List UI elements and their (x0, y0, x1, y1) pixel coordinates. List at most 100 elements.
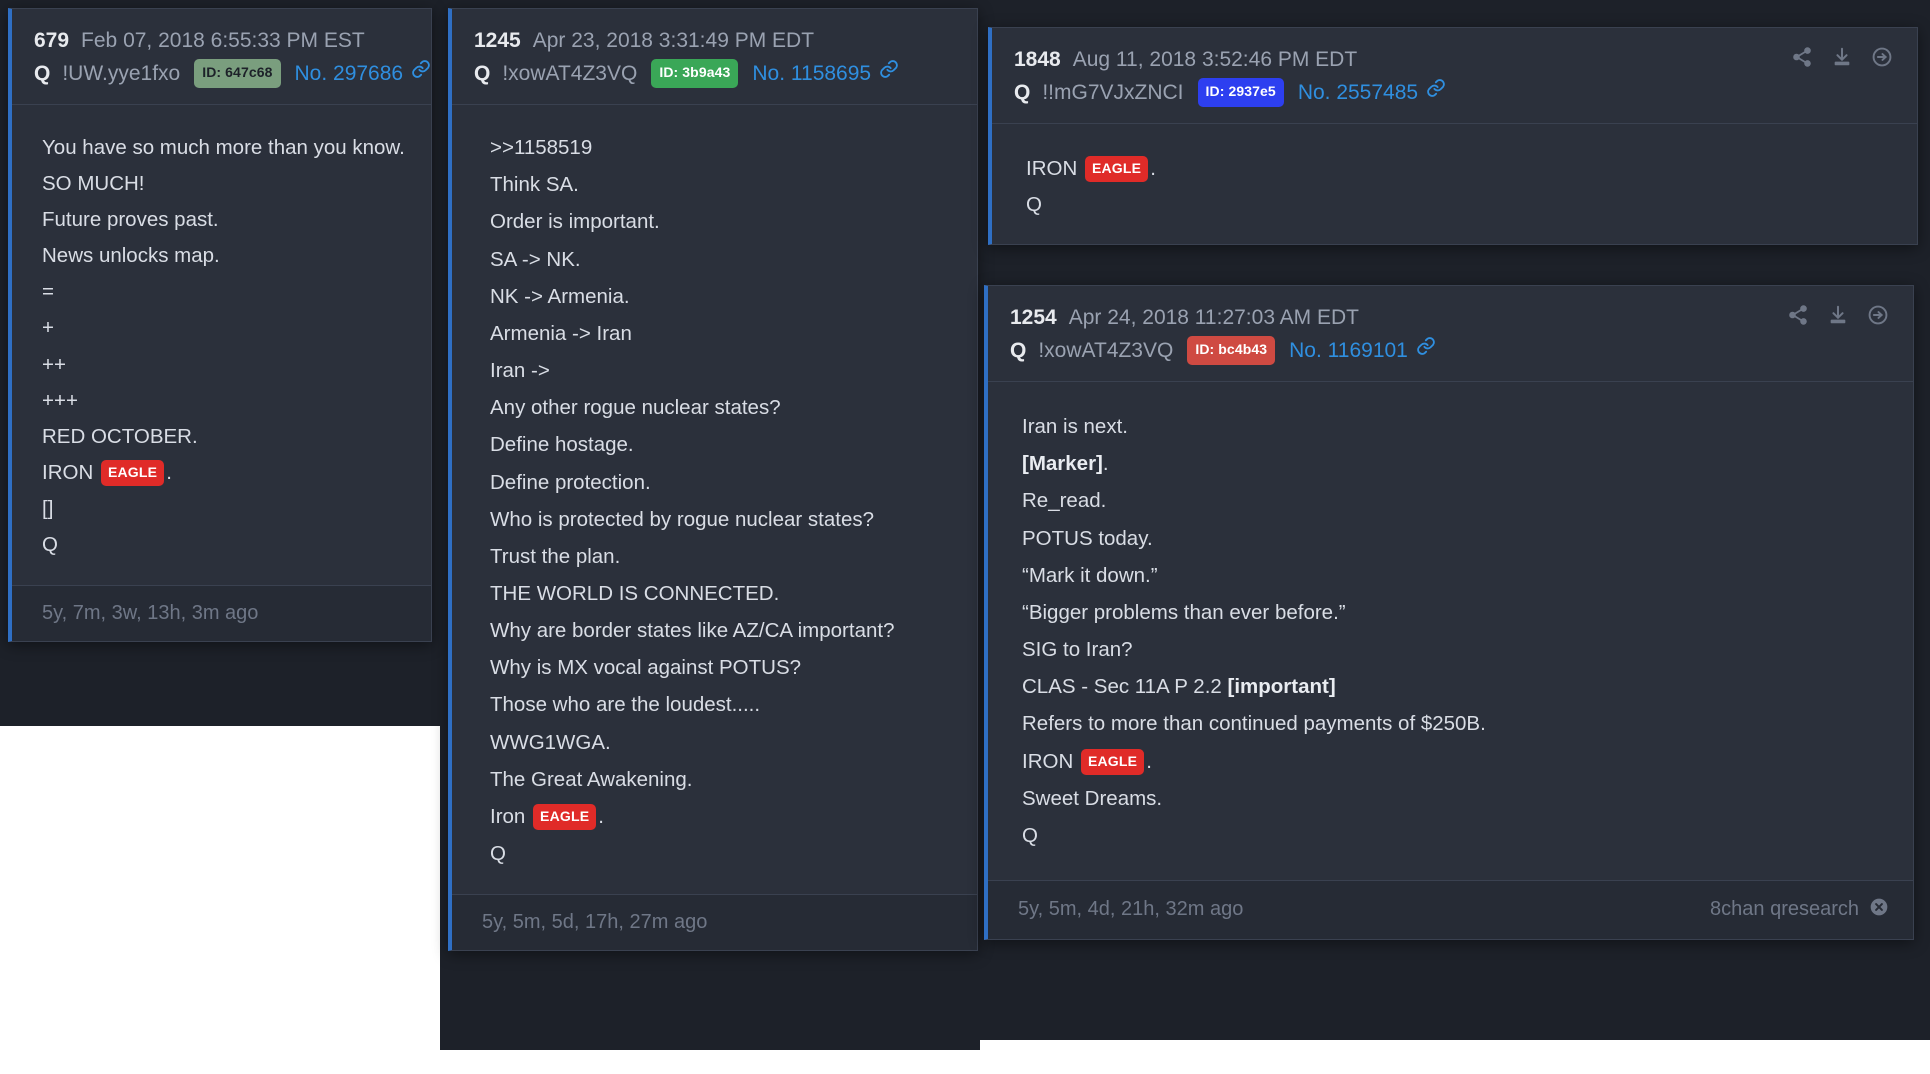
q-label: Q (1014, 80, 1031, 104)
q-label: Q (474, 61, 491, 85)
post-body: >>1158519 Think SA. Order is important. … (452, 105, 977, 895)
relative-time: 5y, 5m, 4d, 21h, 32m ago (1018, 898, 1244, 921)
chain-icon[interactable] (1426, 78, 1446, 107)
post-line: [] (42, 497, 54, 521)
post-line: Why is MX vocal against POTUS? (490, 656, 802, 680)
share-icon[interactable] (1787, 304, 1809, 326)
q-label: Q (1010, 338, 1027, 362)
post-number-link[interactable]: No. 297686 (295, 58, 404, 91)
post-line: Q (490, 842, 506, 866)
arrow-right-circle-icon[interactable] (1867, 304, 1889, 326)
post-line: SA -> NK. (490, 247, 581, 271)
post-line: ++ (42, 352, 66, 376)
post-line: POTUS today. (1022, 526, 1153, 550)
download-icon[interactable] (1827, 304, 1849, 326)
post-line: Refers to more than continued payments o… (1022, 712, 1486, 736)
chain-icon[interactable] (879, 59, 899, 88)
close-circle-icon[interactable] (1869, 897, 1889, 923)
post-number: 679 (34, 29, 70, 52)
eagle-badge: EAGLE (1084, 155, 1149, 182)
eagle-badge: EAGLE (1080, 748, 1145, 775)
post-line: Why are border states like AZ/CA importa… (490, 619, 895, 643)
post-line: SIG to Iran? (1022, 638, 1133, 662)
post-line: Define hostage. (490, 433, 634, 457)
post-line: The Great Awakening. (490, 767, 693, 791)
post-line: Q (42, 533, 58, 557)
post-footer: 5y, 5m, 4d, 21h, 32m ago 8chan qresearch (988, 879, 1913, 939)
id-badge: ID: 3b9a43 (651, 59, 739, 89)
tripcode: !xowAT4Z3VQ (1038, 338, 1174, 362)
share-icon[interactable] (1791, 46, 1813, 68)
post-line: RED OCTOBER. (42, 424, 198, 448)
tripcode: !!mG7VJxZNCI (1042, 80, 1184, 104)
eagle-badge: EAGLE (533, 803, 597, 831)
post-header: 679 Feb 07, 2018 6:55:33 PM EST Q !UW.yy… (12, 9, 431, 105)
post-line-eagle: IRON EAGLE. (42, 455, 407, 491)
post-date: Apr 24, 2018 11:27:03 AM EDT (1068, 306, 1360, 329)
post-line: Armenia -> Iran (490, 321, 632, 345)
post-line: WWG1WGA. (490, 730, 611, 754)
post-line: Sweet Dreams. (1022, 786, 1163, 810)
post-meta-row-2: Q !xowAT4Z3VQ ID: 3b9a43 No. 1158695 (474, 58, 955, 91)
post-line: >>1158519 (490, 136, 593, 160)
post-number-link[interactable]: No. 2557485 (1298, 77, 1418, 110)
post-body: IRON EAGLE. Q (992, 124, 1917, 245)
post-footer: 5y, 7m, 3w, 13h, 3m ago (12, 584, 431, 641)
post-line: “Bigger problems than ever before.” (1022, 600, 1346, 624)
post-line: Q (1022, 823, 1038, 847)
post-line: Any other rogue nuclear states? (490, 396, 781, 420)
post-footer: 5y, 5m, 5d, 17h, 27m ago (452, 894, 977, 951)
post-card-1245[interactable]: 1245 Apr 23, 2018 3:31:49 PM EDT Q !xowA… (448, 8, 978, 952)
post-line: + (42, 316, 54, 340)
source-label: 8chan qresearch (1710, 897, 1889, 923)
post-card-1848[interactable]: 1848 Aug 11, 2018 3:52:46 PM EDT Q !!mG7… (988, 27, 1918, 246)
post-line: Future proves past. (42, 207, 219, 231)
post-date: Feb 07, 2018 6:55:33 PM EST (81, 29, 365, 52)
post-line: Iran -> (490, 359, 550, 383)
post-line: Trust the plan. (490, 544, 621, 568)
post-number-link[interactable]: No. 1158695 (752, 58, 871, 91)
id-badge: ID: 647c68 (194, 59, 281, 89)
post-header: 1245 Apr 23, 2018 3:31:49 PM EDT Q !xowA… (452, 9, 977, 105)
post-number: 1245 (474, 29, 521, 52)
chain-icon[interactable] (411, 59, 431, 88)
arrow-right-circle-icon[interactable] (1871, 46, 1893, 68)
post-line: Define protection. (490, 470, 651, 494)
post-meta-row-2: Q !xowAT4Z3VQ ID: bc4b43 No. 1169101 (1010, 335, 1891, 368)
post-line: Q (1026, 192, 1042, 216)
post-line-eagle: IRON EAGLE. (1022, 743, 1889, 780)
chain-icon[interactable] (1416, 336, 1436, 365)
download-icon[interactable] (1831, 46, 1853, 68)
post-line: CLAS - Sec 11A P 2.2 [important] (1022, 675, 1336, 699)
post-line-eagle: Iron EAGLE. (490, 798, 953, 835)
post-line: Who is protected by rogue nuclear states… (490, 507, 875, 531)
post-meta-row-2: Q !UW.yye1fxo ID: 647c68 No. 297686 (34, 58, 430, 91)
post-line: THE WORLD IS CONNECTED. (490, 581, 780, 605)
post-meta-row-1: 1254 Apr 24, 2018 11:27:03 AM EDT (1010, 302, 1891, 335)
relative-time: 5y, 7m, 3w, 13h, 3m ago (42, 601, 259, 624)
post-number-link[interactable]: No. 1169101 (1289, 335, 1408, 368)
post-body: Iran is next. [Marker]. Re_read. POTUS t… (988, 382, 1913, 880)
post-header: 1254 Apr 24, 2018 11:27:03 AM EDT Q !xow… (988, 286, 1913, 382)
post-card-1254[interactable]: 1254 Apr 24, 2018 11:27:03 AM EDT Q !xow… (984, 285, 1914, 940)
post-meta-row-1: 1848 Aug 11, 2018 3:52:46 PM EDT (1014, 44, 1895, 77)
post-line: [Marker]. (1022, 452, 1109, 476)
post-date: Aug 11, 2018 3:52:46 PM EDT (1072, 48, 1358, 71)
q-label: Q (34, 61, 51, 85)
post-line: Those who are the loudest..... (490, 693, 761, 717)
post-card-679[interactable]: 679 Feb 07, 2018 6:55:33 PM EST Q !UW.yy… (8, 8, 432, 642)
post-line: Order is important. (490, 210, 660, 234)
tripcode: !xowAT4Z3VQ (502, 61, 638, 85)
post-line: You have so much more than you know. (42, 135, 405, 159)
post-body: You have so much more than you know. SO … (12, 105, 431, 585)
post-line: News unlocks map. (42, 244, 220, 268)
source-text: 8chan qresearch (1710, 898, 1859, 921)
post-meta-row-2: Q !!mG7VJxZNCI ID: 2937e5 No. 2557485 (1014, 77, 1895, 110)
post-line: Re_read. (1022, 489, 1107, 513)
post-line: Think SA. (490, 173, 579, 197)
id-badge: ID: bc4b43 (1187, 336, 1276, 366)
post-number: 1254 (1010, 306, 1057, 329)
post-line: SO MUCH! (42, 171, 145, 195)
post-line: Iran is next. (1022, 415, 1128, 439)
post-date: Apr 23, 2018 3:31:49 PM EDT (532, 29, 815, 52)
